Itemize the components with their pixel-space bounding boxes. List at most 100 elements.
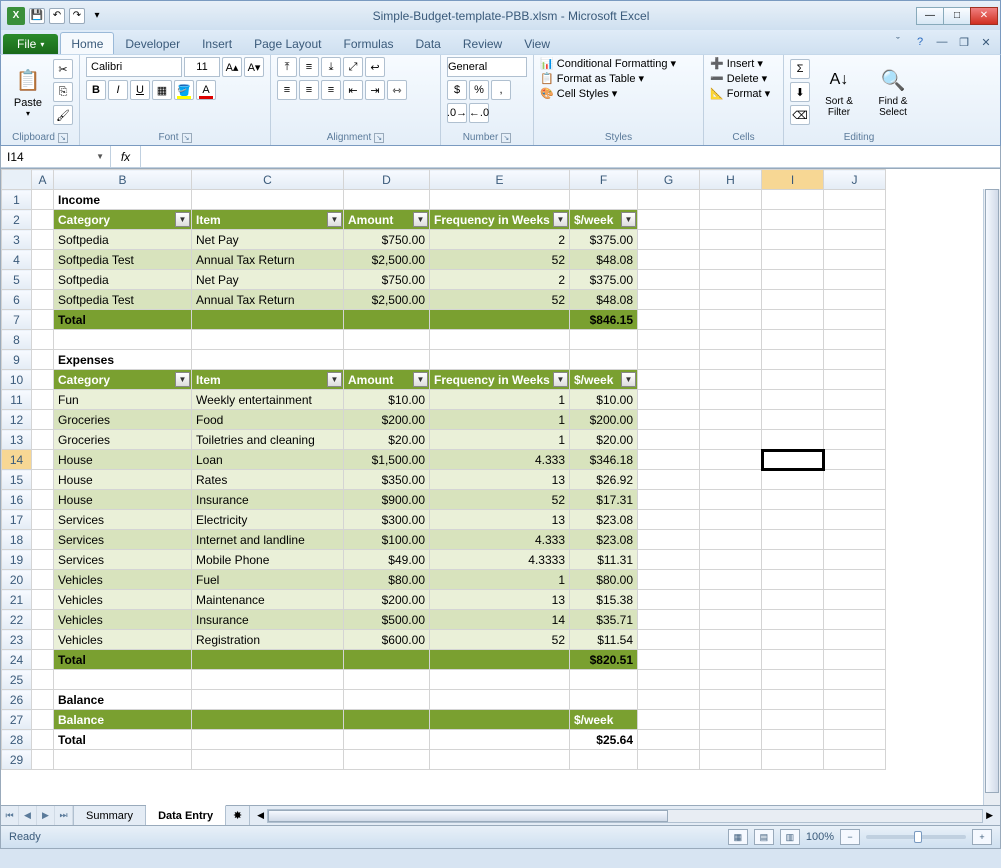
cell[interactable]: $/week▼ [570,210,638,230]
cell[interactable] [570,330,638,350]
cell[interactable] [700,750,762,770]
cell[interactable] [762,710,824,730]
row-header[interactable]: 3 [2,230,32,250]
cell[interactable] [192,310,344,330]
cell[interactable] [192,750,344,770]
cell[interactable] [430,730,570,750]
cell[interactable]: $600.00 [344,630,430,650]
paste-button[interactable]: 📋 Paste ▾ [7,57,49,125]
cell[interactable]: Vehicles [54,610,192,630]
cell[interactable] [32,710,54,730]
sheet-nav-last-icon[interactable]: ⏭ [55,806,73,825]
cut-button[interactable]: ✂ [53,59,73,79]
page-layout-view-button[interactable]: ▤ [754,829,774,845]
cell[interactable] [638,670,700,690]
cell[interactable] [700,530,762,550]
cell[interactable]: Vehicles [54,590,192,610]
column-header-J[interactable]: J [824,170,886,190]
cell[interactable] [762,510,824,530]
cell[interactable] [762,270,824,290]
cell[interactable]: Net Pay [192,230,344,250]
cell[interactable] [762,550,824,570]
cell[interactable]: $/week▼ [570,370,638,390]
cell[interactable]: 1 [430,430,570,450]
cell[interactable] [32,570,54,590]
cell[interactable]: Mobile Phone [192,550,344,570]
cell[interactable] [638,590,700,610]
cell[interactable]: Fuel [192,570,344,590]
number-launcher-icon[interactable]: ↘ [501,133,511,143]
cell[interactable] [344,670,430,690]
format-painter-button[interactable]: 🖌 [53,105,73,125]
cell[interactable]: $200.00 [344,410,430,430]
cell[interactable] [700,430,762,450]
filter-dropdown-icon[interactable]: ▼ [413,212,428,227]
cell[interactable]: Groceries [54,410,192,430]
cell[interactable] [824,330,886,350]
cell[interactable]: Insurance [192,610,344,630]
cell[interactable] [32,550,54,570]
cell[interactable]: $10.00 [344,390,430,410]
cell[interactable]: Category▼ [54,370,192,390]
insert-function-button[interactable]: fx [111,146,141,167]
cell[interactable] [638,530,700,550]
cell[interactable]: Item▼ [192,210,344,230]
cell[interactable] [762,470,824,490]
cell[interactable] [32,330,54,350]
cell[interactable] [638,350,700,370]
cell[interactable]: Annual Tax Return [192,290,344,310]
cell[interactable]: 2 [430,230,570,250]
cell[interactable]: $23.08 [570,530,638,550]
cell[interactable]: Item▼ [192,370,344,390]
cell[interactable]: $80.00 [570,570,638,590]
filter-dropdown-icon[interactable]: ▼ [553,212,568,227]
formula-input[interactable] [141,146,1000,167]
cell[interactable]: House [54,470,192,490]
cell[interactable] [192,350,344,370]
cell[interactable] [638,210,700,230]
cell[interactable] [824,390,886,410]
cell[interactable]: Food [192,410,344,430]
cell[interactable]: $48.08 [570,250,638,270]
cell-styles-button[interactable]: 🎨 Cell Styles ▾ [540,87,617,100]
cell[interactable] [824,410,886,430]
cell[interactable]: Weekly entertainment [192,390,344,410]
column-header-A[interactable]: A [32,170,54,190]
cell[interactable] [762,570,824,590]
cell[interactable]: $25.64 [570,730,638,750]
cell[interactable]: $820.51 [570,650,638,670]
cell[interactable] [192,190,344,210]
cell[interactable] [700,370,762,390]
filter-dropdown-icon[interactable]: ▼ [175,372,190,387]
sheet-nav-next-icon[interactable]: ▶ [37,806,55,825]
cell[interactable] [824,450,886,470]
cell[interactable]: 4.3333 [430,550,570,570]
cell[interactable]: $2,500.00 [344,290,430,310]
cell[interactable] [344,730,430,750]
cell[interactable]: Balance [54,690,192,710]
sort-filter-button[interactable]: A↓ Sort & Filter [814,57,864,125]
cell[interactable] [700,290,762,310]
cell[interactable] [638,750,700,770]
cell[interactable]: Total [54,650,192,670]
cell[interactable] [430,710,570,730]
cell[interactable] [824,310,886,330]
column-header-G[interactable]: G [638,170,700,190]
cell[interactable] [700,490,762,510]
decrease-indent-button[interactable]: ⇤ [343,80,363,100]
cell[interactable] [700,590,762,610]
row-header[interactable]: 18 [2,530,32,550]
cell[interactable]: Softpedia [54,270,192,290]
qat-redo-icon[interactable]: ↷ [69,8,85,24]
cell[interactable] [638,390,700,410]
italic-button[interactable]: I [108,80,128,100]
cell[interactable] [824,750,886,770]
cell[interactable] [32,310,54,330]
font-launcher-icon[interactable]: ↘ [182,133,192,143]
cell[interactable] [762,210,824,230]
cell[interactable]: $375.00 [570,270,638,290]
cell[interactable] [32,370,54,390]
cell[interactable] [344,310,430,330]
cell[interactable] [430,330,570,350]
cell[interactable] [32,690,54,710]
